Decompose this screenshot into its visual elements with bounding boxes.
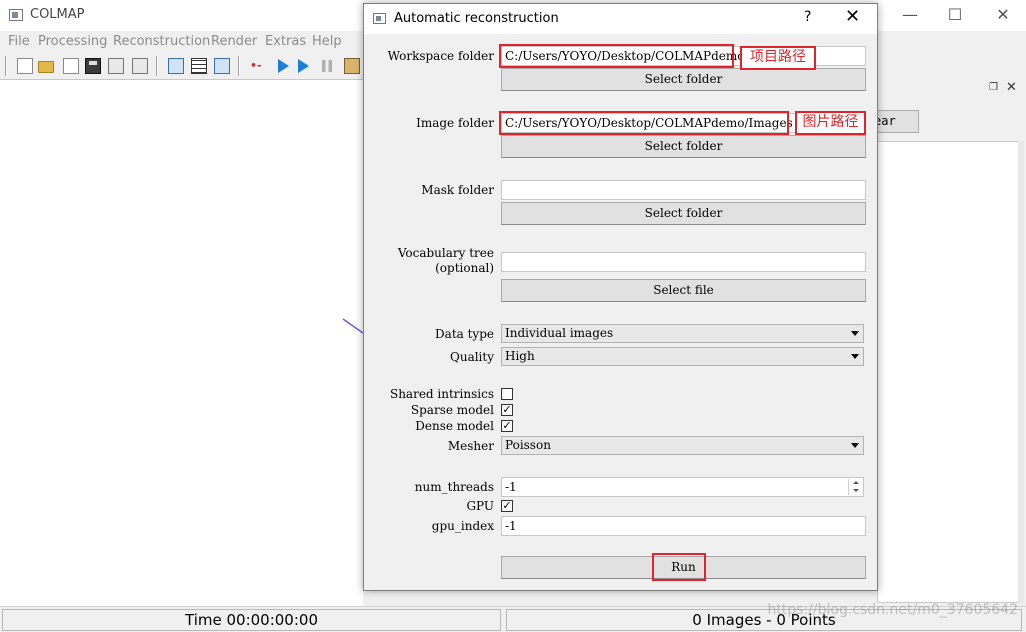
log-dock: ❐ ✕ ear (877, 79, 1026, 606)
quality-label: Quality (450, 350, 494, 365)
match-matrix-icon[interactable] (214, 58, 230, 74)
shared-intrinsics-label: Shared intrinsics (390, 387, 494, 402)
log-scrollbar[interactable] (1018, 141, 1024, 603)
3d-viewport[interactable] (0, 79, 363, 606)
chevron-down-icon (851, 354, 859, 359)
close-button[interactable]: ✕ (993, 5, 1013, 25)
dock-close-icon[interactable]: ✕ (1006, 80, 1017, 95)
dialog-title: Automatic reconstruction (394, 11, 559, 26)
help-button[interactable]: ? (804, 9, 811, 25)
toolbar-separator (5, 56, 7, 76)
image-folder-label: Image folder (416, 116, 494, 131)
dialog-close-button[interactable]: ✕ (845, 6, 860, 27)
toolbar: •-• (0, 53, 365, 79)
vocab-tree-optional-label: (optional) (435, 261, 494, 276)
sparse-model-label: Sparse model (411, 403, 494, 418)
quality-value: High (505, 349, 535, 363)
workspace-highlight-box (499, 44, 734, 68)
window-title: COLMAP (30, 7, 85, 22)
dense-model-checkbox[interactable]: ✓ (501, 420, 513, 432)
run-highlight-box (652, 553, 706, 581)
app-icon (9, 9, 23, 21)
menu-file[interactable]: File (8, 34, 30, 49)
spin-down-icon[interactable] (848, 487, 862, 495)
data-type-label: Data type (435, 327, 494, 342)
edit-project-icon[interactable] (63, 58, 79, 74)
save-icon[interactable] (85, 58, 101, 74)
maximize-button[interactable]: ☐ (945, 5, 965, 25)
vocab-tree-input[interactable] (501, 252, 866, 272)
bundle-adjustment-icon[interactable] (344, 58, 360, 74)
mask-select-folder-button[interactable]: Select folder (501, 202, 866, 225)
mesher-select[interactable]: Poisson (501, 436, 864, 455)
gpu-label: GPU (466, 499, 494, 514)
data-type-select[interactable]: Individual images (501, 324, 864, 343)
quality-select[interactable]: High (501, 347, 864, 366)
step-reconstruction-icon[interactable] (298, 59, 309, 73)
menu-reconstruction[interactable]: Reconstruction (113, 34, 210, 49)
watermark: https://blog.csdn.net/m0_37605642 (767, 602, 1018, 618)
start-reconstruction-icon[interactable] (278, 59, 289, 73)
num-threads-spinbox[interactable]: -1 (501, 477, 864, 497)
feature-extraction-icon[interactable]: •-• (250, 58, 266, 74)
axis-line-icon (0, 80, 363, 607)
database-icon[interactable] (168, 58, 184, 74)
gpu-index-label: gpu_index (432, 519, 494, 534)
mask-folder-input[interactable] (501, 180, 866, 200)
dock-float-icon[interactable]: ❐ (989, 82, 998, 93)
vocab-tree-label: Vocabulary tree (398, 246, 494, 261)
data-type-value: Individual images (505, 326, 613, 340)
export-icon[interactable] (132, 58, 148, 74)
menu-render[interactable]: Render (211, 34, 257, 49)
automatic-reconstruction-dialog: Automatic reconstruction ? ✕ Workspace f… (363, 3, 878, 591)
shared-intrinsics-checkbox[interactable] (501, 388, 513, 400)
mask-folder-label: Mask folder (421, 183, 494, 198)
gpu-index-input[interactable]: -1 (501, 516, 866, 536)
menu-processing[interactable]: Processing (38, 34, 107, 49)
image-highlight-box (499, 111, 789, 135)
pause-icon[interactable] (322, 60, 332, 72)
dense-model-label: Dense model (415, 419, 494, 434)
open-project-icon[interactable] (38, 61, 54, 73)
grid-icon[interactable] (191, 58, 207, 74)
chevron-down-icon (851, 331, 859, 336)
toolbar-separator (156, 56, 158, 76)
clear-log-button[interactable]: ear (873, 110, 919, 133)
gpu-checkbox[interactable]: ✓ (501, 500, 513, 512)
toolbar-separator (238, 56, 240, 76)
chevron-down-icon (851, 443, 859, 448)
num-threads-label: num_threads (415, 480, 494, 495)
mesher-label: Mesher (448, 439, 494, 454)
mesher-value: Poisson (505, 438, 551, 452)
dialog-titlebar: Automatic reconstruction ? ✕ (364, 4, 877, 34)
menu-extras[interactable]: Extras (265, 34, 306, 49)
sparse-model-checkbox[interactable]: ✓ (501, 404, 513, 416)
image-select-folder-button[interactable]: Select folder (501, 135, 866, 158)
image-annotation: 图片路径 (795, 111, 866, 135)
spin-up-icon[interactable] (848, 479, 862, 487)
new-project-icon[interactable] (17, 58, 33, 74)
menu-help[interactable]: Help (312, 34, 342, 49)
minimize-button[interactable]: — (900, 5, 920, 25)
import-icon[interactable] (108, 58, 124, 74)
status-time: Time 00:00:00:00 (2, 609, 501, 631)
log-area[interactable] (877, 141, 1022, 603)
dialog-icon (373, 13, 386, 24)
workspace-select-folder-button[interactable]: Select folder (501, 68, 866, 91)
workspace-annotation: 项目路径 (740, 46, 816, 70)
workspace-folder-label: Workspace folder (388, 49, 494, 64)
num-threads-value: -1 (505, 480, 517, 494)
vocab-select-file-button[interactable]: Select file (501, 279, 866, 302)
